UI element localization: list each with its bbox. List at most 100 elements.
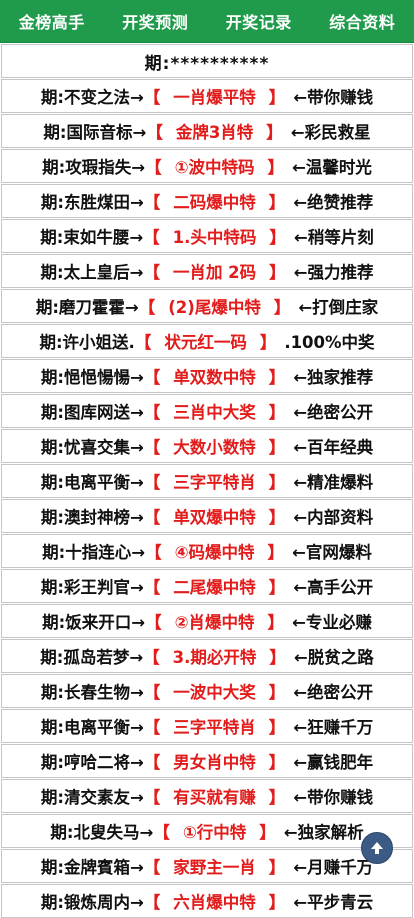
row-label: 期:磨刀霍霍→ — [35, 298, 139, 317]
row-label: 期:金牌賓箱→ — [40, 858, 144, 877]
close-bracket: 】 — [269, 648, 286, 667]
open-bracket: 【 — [143, 263, 160, 282]
prediction-row: 期:东胜煤田→ 【二码爆中特】 ←绝赞推荐 — [1, 184, 413, 218]
prediction-text: 家野主一肖 — [173, 858, 256, 877]
prediction-text: 一波中大奖 — [173, 683, 256, 702]
close-bracket: 】 — [267, 543, 285, 562]
prediction-text: 一肖爆平特 — [173, 88, 256, 107]
prediction-row: 期:许小姐送. 【状元红一码】 .100%中奖 — [1, 324, 413, 358]
row-suffix: .100%中奖 — [284, 333, 375, 352]
close-bracket: 】 — [268, 403, 286, 422]
row-suffix: ←绝赞推荐 — [293, 193, 374, 212]
top-nav: 金榜高手 开奖预测 开奖记录 综合资料 — [0, 0, 414, 43]
prediction-text: 金牌3肖特 — [175, 123, 254, 142]
open-bracket: 【 — [143, 438, 161, 457]
close-bracket: 】 — [268, 88, 286, 107]
row-label: 期:彩王判官→ — [40, 578, 144, 597]
prediction-text: 3.期必开特 — [172, 648, 257, 667]
prediction-text: ①波中特码 — [174, 158, 255, 177]
prediction-row: 期:电离平衡→ 【三字平特肖】 ←精准爆料 — [1, 464, 413, 498]
row-suffix: ←绝密公开 — [293, 683, 374, 702]
prediction-row: 期:金牌賓箱→ 【家野主一肖】 ←月赚千万 — [1, 849, 413, 883]
row-label: 期:东胜煤田→ — [40, 193, 144, 212]
prediction-text: 单双爆中特 — [173, 508, 256, 527]
row-suffix: ←内部资料 — [293, 508, 374, 527]
row-label: 期:图库网送→ — [40, 403, 144, 422]
prediction-text: 有买就有赚 — [173, 788, 256, 807]
row-suffix: ←打倒庄家 — [298, 298, 379, 317]
row-suffix: ←高手公开 — [293, 578, 374, 597]
prediction-row: 期:清交素友→ 【有买就有赚】 ←带你赚钱 — [1, 779, 413, 813]
row-suffix: ←强力推荐 — [293, 263, 374, 282]
row-suffix: ←脱贫之路 — [293, 648, 374, 667]
row-suffix: ←独家推荐 — [293, 368, 374, 387]
prediction-row: 期:磨刀霍霍→ 【 (2)尾爆中特】 ←打倒庄家 — [1, 289, 413, 323]
row-suffix: ←平步青云 — [293, 893, 374, 912]
row-suffix: ←精准爆料 — [293, 473, 374, 492]
prediction-text: 男女肖中特 — [173, 753, 256, 772]
open-bracket: 【 — [134, 333, 152, 352]
nav-item-records[interactable]: 开奖记录 — [226, 9, 292, 33]
open-bracket: 【 — [143, 578, 161, 597]
nav-item-prediction[interactable]: 开奖预测 — [122, 9, 188, 33]
row-suffix: ←带你赚钱 — [293, 788, 374, 807]
row-label: 期:饭来开口→ — [42, 613, 146, 632]
row-suffix: ←赢钱肥年 — [293, 753, 374, 772]
prediction-list: 期:********** 期:不变之法→ 【一肖爆平特】 ←带你赚钱 期:国际音标→ 【… — [0, 44, 414, 918]
prediction-row: 期:忧喜交集→ 【大数小数特】 ←百年经典 — [1, 429, 413, 463]
prediction-row: 期:孤岛若梦→ 【 3.期必开特】 ←脱贫之路 — [1, 639, 413, 673]
close-bracket: 】 — [268, 788, 286, 807]
close-bracket: 】 — [259, 333, 277, 352]
prediction-row: 期:长春生物→ 【一波中大奖】 ←绝密公开 — [1, 674, 413, 708]
rows-container: 期:不变之法→ 【一肖爆平特】 ←带你赚钱 期:国际音标→ 【金牌3肖特】 ←彩民救星 期:… — [1, 79, 413, 918]
prediction-text: 三肖中大奖 — [173, 403, 256, 422]
prediction-text: 三字平特肖 — [173, 718, 256, 737]
row-suffix: ←专业必赚 — [292, 613, 372, 632]
arrow-up-icon — [371, 842, 383, 854]
nav-item-jinbang[interactable]: 金榜高手 — [19, 9, 85, 33]
prediction-row: 期:饭来开口→ 【 ②肖爆中特】 ←专业必赚 — [1, 604, 413, 638]
prediction-text: (2)尾爆中特 — [168, 298, 261, 317]
prediction-text: 六肖爆中特 — [173, 893, 256, 912]
open-bracket: 【 — [138, 298, 156, 317]
row-label: 期:孤岛若梦→ — [40, 648, 144, 667]
open-bracket: 【 — [143, 858, 161, 877]
prediction-row: 期:锻炼周内→ 【六肖爆中特】 ←平步青云 — [1, 884, 413, 918]
row-label: 期:十指连心→ — [42, 543, 146, 562]
prediction-text: ①行中特 — [182, 823, 247, 842]
close-bracket: 】 — [266, 123, 283, 142]
nav-item-info[interactable]: 综合资料 — [329, 9, 395, 33]
close-bracket: 】 — [268, 508, 286, 527]
open-bracket: 【 — [143, 648, 160, 667]
row-label: 期:锻炼周内→ — [40, 893, 144, 912]
row-suffix: ←狂赚千万 — [293, 718, 374, 737]
close-bracket: 】 — [273, 298, 291, 317]
row-label: 期:哼哈二将→ — [40, 753, 144, 772]
open-bracket: 【 — [145, 158, 162, 177]
prediction-text: 单双数中特 — [173, 368, 256, 387]
row-suffix: ←独家解析 — [283, 823, 364, 842]
close-bracket: 】 — [268, 438, 286, 457]
prediction-row: 期:图库网送→ 【三肖中大奖】 ←绝密公开 — [1, 394, 413, 428]
row-label: 期:电离平衡→ — [40, 718, 144, 737]
row-suffix: ←彩民救星 — [290, 123, 371, 142]
row-suffix: ←温馨时光 — [292, 158, 372, 177]
close-bracket: 】 — [268, 893, 286, 912]
close-bracket: 】 — [269, 263, 286, 282]
row-label: 期:国际音标→ — [43, 123, 147, 142]
open-bracket: 【 — [153, 823, 170, 842]
period-header: 期:********** — [1, 44, 413, 78]
close-bracket: 】 — [259, 823, 276, 842]
period-header-text: 期:********** — [144, 53, 270, 74]
close-bracket: 】 — [268, 193, 286, 212]
close-bracket: 】 — [268, 578, 286, 597]
prediction-text: 二尾爆中特 — [173, 578, 256, 597]
open-bracket: 【 — [143, 718, 161, 737]
prediction-row: 期:彩王判官→ 【二尾爆中特】 ←高手公开 — [1, 569, 413, 603]
row-label: 期:束如牛腰→ — [40, 228, 144, 247]
close-bracket: 】 — [268, 858, 286, 877]
scroll-top-button[interactable] — [361, 832, 393, 864]
prediction-text: 二码爆中特 — [173, 193, 256, 212]
close-bracket: 】 — [269, 228, 286, 247]
prediction-row: 期:太上皇后→ 【一肖加 2码】 ←强力推荐 — [1, 254, 413, 288]
